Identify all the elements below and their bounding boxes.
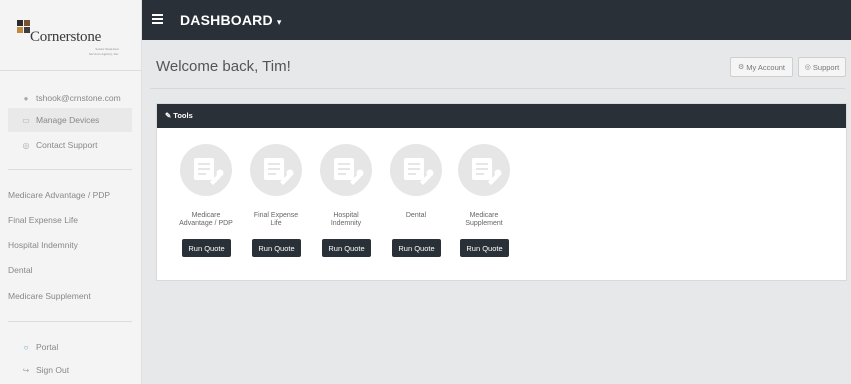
device-icon: ▭ — [22, 115, 30, 125]
sidebar-item-label: Sign Out — [36, 365, 70, 375]
top-bar: DASHBOARD ▾ — [142, 0, 851, 40]
dashboard-dropdown[interactable]: DASHBOARD ▾ — [180, 12, 282, 28]
sidebar-item-manage-devices[interactable]: ▭ Manage Devices — [8, 108, 132, 132]
run-quote-button[interactable]: Run Quote — [392, 239, 441, 257]
chevron-down-icon: ▾ — [276, 17, 282, 27]
support-icon: ◎ — [804, 64, 811, 71]
my-account-label: My Account — [746, 62, 786, 72]
sidebar-item-label: Contact Support — [36, 140, 98, 150]
sidebar-item-email[interactable]: ● tshook@crnstone.com — [0, 86, 141, 110]
tools-panel: ✎ Tools Medicare Advantage / PDP Run Quot… — [156, 103, 847, 281]
run-quote-button[interactable]: Run Quote — [252, 239, 301, 257]
quote-tool-icon[interactable] — [180, 144, 232, 196]
brand-tagline-2: Services Agency, Inc. — [88, 52, 119, 56]
sidebar-divider — [8, 169, 132, 170]
header-divider — [150, 88, 845, 89]
sidebar-item-medicare-supplement[interactable]: Medicare Supplement — [0, 284, 141, 308]
sidebar-item-final-expense[interactable]: Final Expense Life — [0, 208, 141, 232]
user-icon: ● — [23, 93, 29, 103]
run-quote-button[interactable]: Run Quote — [182, 239, 231, 257]
sidebar-item-sign-out[interactable]: ↪ Sign Out — [0, 358, 141, 382]
support-icon: ◎ — [22, 140, 30, 150]
sidebar-item-label: Dental — [8, 265, 33, 275]
tool-label: Medicare Advantage / PDP — [179, 212, 233, 227]
sidebar-item-label: Medicare Advantage / PDP — [8, 190, 111, 200]
page-title: Welcome back, Tim! — [156, 58, 291, 75]
wrench-icon: ✎ — [165, 111, 172, 120]
support-label: Support — [812, 62, 840, 72]
sidebar-item-label: Manage Devices — [36, 115, 100, 125]
quote-tool-icon[interactable] — [458, 144, 510, 196]
sidebar-item-dental[interactable]: Dental — [0, 258, 141, 282]
tool-label: Dental — [405, 212, 427, 219]
tools-panel-header: ✎ Tools — [157, 104, 846, 128]
sidebar-item-label: Final Expense Life — [8, 215, 78, 225]
quote-tool-icon[interactable] — [320, 144, 372, 196]
my-account-button[interactable]: ⚙ My Account — [730, 57, 793, 77]
sidebar-item-contact-support[interactable]: ◎ Contact Support — [0, 133, 141, 157]
tool-final-expense: Final Expense Life Run Quote — [243, 144, 309, 262]
run-quote-button[interactable]: Run Quote — [460, 239, 509, 257]
tools-title: ✎ Tools — [165, 111, 193, 120]
sidebar: Cornerstone Senior Insurance Services Ag… — [0, 0, 142, 384]
tool-medicare-advantage: Medicare Advantage / PDP Run Quote — [173, 144, 239, 262]
sidebar-item-hospital-indemnity[interactable]: Hospital Indemnity — [0, 233, 141, 257]
tool-medicare-supplement: Medicare Supplement Run Quote — [451, 144, 517, 262]
sidebar-item-label: Portal — [36, 342, 59, 352]
quote-tool-icon[interactable] — [250, 144, 302, 196]
tool-dental: Dental Run Quote — [383, 144, 449, 262]
tool-hospital-indemnity: Hospital Indemnity Run Quote — [313, 144, 379, 262]
support-button[interactable]: ◎ Support — [798, 57, 846, 77]
sidebar-item-label: tshook@crnstone.com — [36, 93, 121, 103]
sidebar-item-label: Hospital Indemnity — [8, 240, 78, 250]
sign-out-icon: ↪ — [22, 365, 30, 375]
tool-label: Hospital Indemnity — [330, 212, 362, 227]
tool-label: Medicare Supplement — [465, 212, 503, 227]
menu-icon[interactable] — [152, 14, 163, 24]
sidebar-item-portal[interactable]: ○ Portal — [0, 335, 141, 359]
quote-tool-icon[interactable] — [390, 144, 442, 196]
brand-name: Cornerstone — [30, 29, 102, 45]
tools-title-label: Tools — [173, 111, 193, 120]
dashboard-title: DASHBOARD — [180, 12, 273, 28]
sidebar-divider — [8, 321, 132, 322]
gear-icon: ⚙ — [737, 64, 745, 71]
sidebar-item-label: Medicare Supplement — [8, 291, 91, 301]
run-quote-button[interactable]: Run Quote — [322, 239, 371, 257]
brand-tagline-1: Senior Insurance — [95, 47, 119, 51]
tool-label: Final Expense Life — [253, 212, 299, 227]
portal-icon: ○ — [23, 342, 29, 352]
sidebar-item-medicare-advantage[interactable]: Medicare Advantage / PDP — [0, 183, 141, 207]
brand-logo[interactable]: Cornerstone Senior Insurance Services Ag… — [0, 0, 141, 71]
logo-squares-icon — [17, 20, 31, 36]
